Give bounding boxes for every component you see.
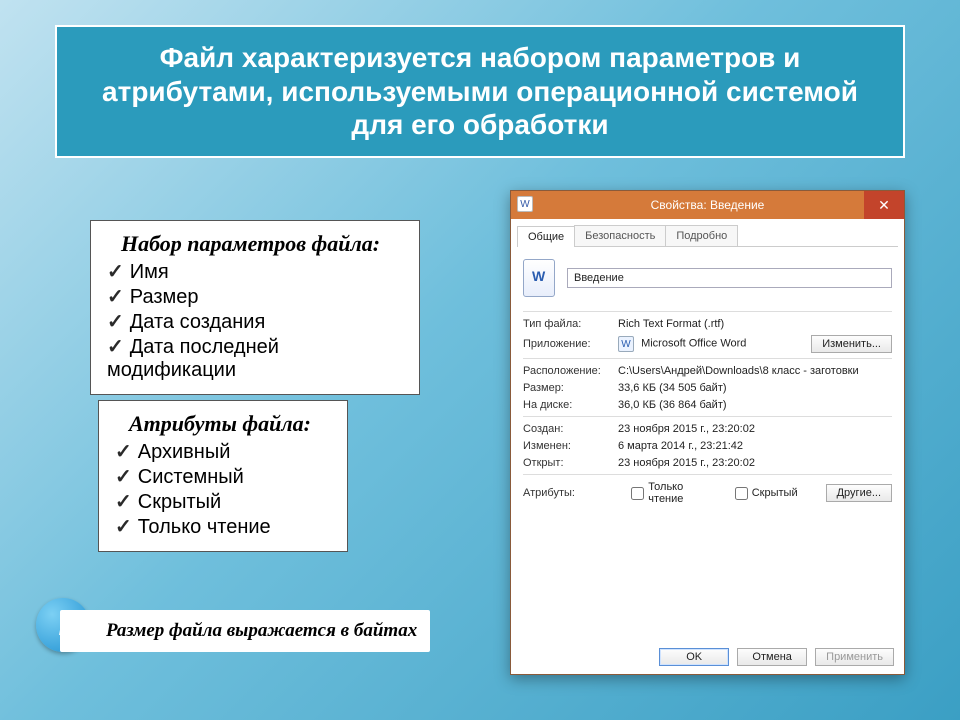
params-item: Имя bbox=[107, 259, 403, 284]
value-app: W Microsoft Office Word bbox=[618, 336, 811, 352]
value-app-text: Microsoft Office Word bbox=[641, 338, 746, 350]
value-location: C:\Users\Андрей\Downloads\8 класс - заго… bbox=[618, 365, 892, 377]
tab-general[interactable]: Общие bbox=[517, 226, 575, 247]
slide-title: Файл характеризуется набором параметров … bbox=[55, 25, 905, 158]
label-attrs: Атрибуты: bbox=[523, 487, 617, 499]
value-size: 33,6 КБ (34 505 байт) bbox=[618, 382, 892, 394]
change-app-button[interactable]: Изменить... bbox=[811, 335, 892, 353]
attrs-item: Только чтение bbox=[115, 514, 331, 539]
properties-dialog: W Свойства: Введение ✕ Общие Безопасност… bbox=[510, 190, 905, 675]
params-item: Дата создания bbox=[107, 309, 403, 334]
attrs-item: Системный bbox=[115, 464, 331, 489]
attrs-item: Архивный bbox=[115, 439, 331, 464]
label-app: Приложение: bbox=[523, 338, 618, 350]
checkbox-readonly[interactable]: Только чтение bbox=[631, 481, 720, 505]
filename-input[interactable]: Введение bbox=[567, 268, 892, 288]
params-card: Набор параметров файла: Имя Размер Дата … bbox=[90, 220, 420, 395]
close-button[interactable]: ✕ bbox=[864, 191, 904, 219]
params-card-title: Набор параметров файла: bbox=[121, 231, 403, 257]
tab-security[interactable]: Безопасность bbox=[574, 225, 666, 246]
tabs: Общие Безопасность Подробно bbox=[517, 225, 898, 247]
label-disk: На диске: bbox=[523, 399, 618, 411]
label-location: Расположение: bbox=[523, 365, 618, 377]
label-opened: Открыт: bbox=[523, 457, 618, 469]
other-attrs-button[interactable]: Другие... bbox=[826, 484, 892, 502]
file-type-icon bbox=[523, 259, 555, 297]
value-created: 23 ноября 2015 г., 23:20:02 bbox=[618, 423, 892, 435]
checkbox-hidden[interactable]: Скрытый bbox=[735, 487, 798, 500]
tab-details[interactable]: Подробно bbox=[665, 225, 738, 246]
attrs-card: Атрибуты файла: Архивный Системный Скрыт… bbox=[98, 400, 348, 552]
label-modified: Изменен: bbox=[523, 440, 618, 452]
value-disk: 36,0 КБ (36 864 байт) bbox=[618, 399, 892, 411]
value-type: Rich Text Format (.rtf) bbox=[618, 318, 892, 330]
apply-button[interactable]: Применить bbox=[815, 648, 894, 666]
dialog-title-text: Свойства: Введение bbox=[651, 198, 765, 212]
dialog-titlebar[interactable]: W Свойства: Введение ✕ bbox=[511, 191, 904, 219]
cancel-button[interactable]: Отмена bbox=[737, 648, 807, 666]
checkbox-readonly-input[interactable] bbox=[631, 487, 644, 500]
value-modified: 6 марта 2014 г., 23:21:42 bbox=[618, 440, 892, 452]
params-item: Размер bbox=[107, 284, 403, 309]
attrs-item: Скрытый bbox=[115, 489, 331, 514]
ok-button[interactable]: OK bbox=[659, 648, 729, 666]
label-size: Размер: bbox=[523, 382, 618, 394]
attrs-card-title: Атрибуты файла: bbox=[129, 411, 331, 437]
doc-sys-icon: W bbox=[517, 196, 533, 212]
params-item: Дата последней модификации bbox=[107, 334, 403, 382]
label-type: Тип файла: bbox=[523, 318, 618, 330]
checkbox-readonly-label: Только чтение bbox=[648, 481, 720, 505]
checkbox-hidden-label: Скрытый bbox=[752, 487, 798, 499]
word-app-icon: W bbox=[618, 336, 634, 352]
value-opened: 23 ноября 2015 г., 23:20:02 bbox=[618, 457, 892, 469]
info-note: Размер файла выражается в байтах bbox=[60, 610, 430, 652]
label-created: Создан: bbox=[523, 423, 618, 435]
checkbox-hidden-input[interactable] bbox=[735, 487, 748, 500]
